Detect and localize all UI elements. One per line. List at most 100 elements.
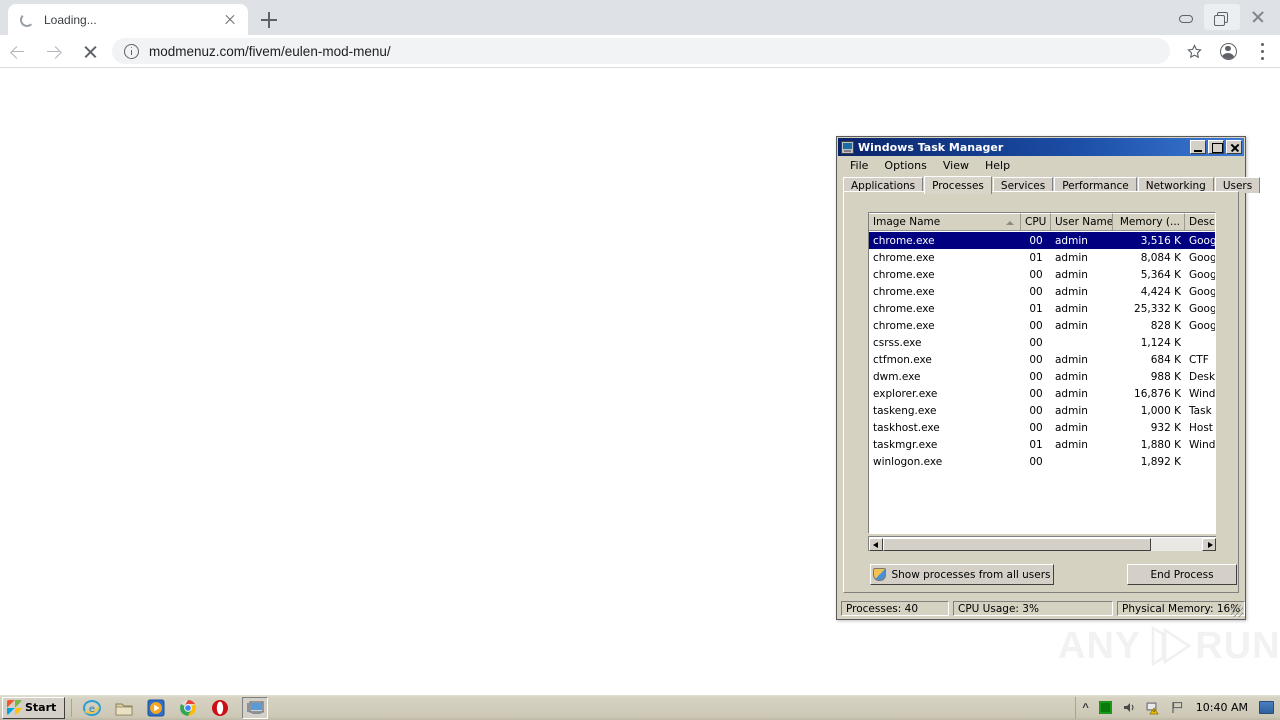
green-activity-icon[interactable] bbox=[1098, 700, 1113, 715]
table-row[interactable]: chrome.exe 01 admin 25,332 K Goog bbox=[869, 300, 1215, 317]
maximize-icon[interactable] bbox=[1208, 140, 1224, 154]
menu-item-view[interactable]: View bbox=[936, 158, 976, 173]
table-row[interactable]: winlogon.exe 00 1,892 K bbox=[869, 453, 1215, 470]
table-row[interactable]: taskmgr.exe 01 admin 1,880 K Wind bbox=[869, 436, 1215, 453]
task-manager-title-bar[interactable]: Windows Task Manager bbox=[838, 138, 1244, 156]
forward-button[interactable] bbox=[36, 35, 72, 68]
cell-image-name: taskhost.exe bbox=[873, 421, 940, 434]
table-row[interactable]: chrome.exe 00 admin 828 K Goog bbox=[869, 317, 1215, 334]
table-row[interactable]: chrome.exe 00 admin 3,516 K Goog bbox=[869, 232, 1215, 249]
opera-icon[interactable] bbox=[210, 698, 230, 718]
table-row[interactable]: csrss.exe 00 1,124 K bbox=[869, 334, 1215, 351]
column-header-memory[interactable]: Memory (... bbox=[1113, 213, 1185, 230]
cell-description: Goog bbox=[1189, 285, 1216, 298]
cell-cpu: 00 bbox=[1029, 268, 1043, 281]
table-row[interactable]: chrome.exe 00 admin 4,424 K Goog bbox=[869, 283, 1215, 300]
account-avatar-icon bbox=[1220, 42, 1237, 60]
bookmark-button[interactable] bbox=[1178, 35, 1212, 68]
profile-button[interactable] bbox=[1212, 35, 1246, 68]
cell-description: Goog bbox=[1189, 251, 1216, 264]
cell-description: Wind bbox=[1189, 438, 1216, 451]
scrollbar-thumb[interactable] bbox=[883, 537, 1151, 551]
task-manager-window-buttons bbox=[1190, 140, 1242, 154]
cell-image-name: chrome.exe bbox=[873, 319, 935, 332]
cell-memory: 25,332 K bbox=[1134, 302, 1181, 315]
cell-image-name: winlogon.exe bbox=[873, 455, 943, 468]
cell-user-name: admin bbox=[1055, 285, 1088, 298]
table-row[interactable]: ctfmon.exe 00 admin 684 K CTF bbox=[869, 351, 1215, 368]
minimize-icon[interactable] bbox=[1190, 140, 1206, 154]
column-header-image-name[interactable]: Image Name bbox=[869, 213, 1021, 230]
media-player-icon[interactable] bbox=[146, 698, 166, 718]
close-icon[interactable] bbox=[1226, 140, 1242, 154]
flag-action-center-icon[interactable] bbox=[1170, 700, 1185, 715]
cell-image-name: explorer.exe bbox=[873, 387, 938, 400]
back-arrow-icon bbox=[11, 45, 24, 58]
column-header-user-name[interactable]: User Name bbox=[1051, 213, 1113, 230]
status-processes-count: Processes: 40 bbox=[841, 601, 949, 616]
browser-tab[interactable]: Loading... bbox=[8, 4, 248, 35]
process-list-horizontal-scrollbar[interactable] bbox=[868, 536, 1216, 551]
minimize-icon[interactable] bbox=[1168, 4, 1204, 30]
cell-image-name: ctfmon.exe bbox=[873, 353, 932, 366]
start-button[interactable]: Start bbox=[2, 696, 66, 719]
resize-grip[interactable] bbox=[1231, 605, 1243, 617]
internet-explorer-icon[interactable]: e bbox=[82, 698, 102, 718]
table-row[interactable]: chrome.exe 00 admin 5,364 K Goog bbox=[869, 266, 1215, 283]
address-bar[interactable]: modmenuz.com/fivem/eulen-mod-menu/ bbox=[112, 38, 1170, 64]
table-row[interactable]: dwm.exe 00 admin 988 K Desk bbox=[869, 368, 1215, 385]
cell-description: Goog bbox=[1189, 268, 1216, 281]
cell-cpu: 00 bbox=[1029, 455, 1043, 468]
column-header-cpu[interactable]: CPU bbox=[1021, 213, 1051, 230]
chrome-icon[interactable] bbox=[178, 698, 198, 718]
new-tab-button[interactable] bbox=[258, 9, 280, 31]
show-processes-from-all-users-button[interactable]: Show processes from all users bbox=[870, 564, 1054, 585]
volume-icon[interactable] bbox=[1122, 700, 1137, 715]
cell-memory: 4,424 K bbox=[1140, 285, 1181, 298]
back-button[interactable] bbox=[0, 35, 36, 68]
table-row[interactable]: explorer.exe 00 admin 16,876 K Wind bbox=[869, 385, 1215, 402]
scrollbar-track[interactable] bbox=[883, 537, 1202, 551]
chevron-up-icon[interactable]: ^ bbox=[1082, 702, 1088, 714]
taskbar-button-task-manager[interactable] bbox=[242, 696, 269, 719]
cell-description: Host bbox=[1189, 421, 1213, 434]
three-dots-menu-icon bbox=[1261, 42, 1264, 60]
browser-menu-button[interactable] bbox=[1246, 35, 1280, 68]
cell-memory: 1,892 K bbox=[1140, 455, 1181, 468]
cell-memory: 5,364 K bbox=[1140, 268, 1181, 281]
menu-item-options[interactable]: Options bbox=[877, 158, 933, 173]
menu-item-help[interactable]: Help bbox=[978, 158, 1017, 173]
cell-image-name: chrome.exe bbox=[873, 268, 935, 281]
svg-text:e: e bbox=[89, 704, 95, 715]
status-cpu-usage: CPU Usage: 3% bbox=[953, 601, 1113, 616]
taskbar-clock[interactable]: 10:40 AM bbox=[1194, 701, 1250, 714]
scroll-left-arrow-icon[interactable] bbox=[869, 537, 883, 551]
cell-cpu: 00 bbox=[1029, 319, 1043, 332]
process-list: Image Name CPU User Name Memory (... Des… bbox=[868, 212, 1216, 534]
end-process-button[interactable]: End Process bbox=[1127, 564, 1237, 585]
start-button-label: Start bbox=[25, 701, 57, 714]
stop-button[interactable] bbox=[72, 35, 108, 68]
cell-user-name: admin bbox=[1055, 268, 1088, 281]
info-circle-icon[interactable] bbox=[124, 43, 139, 59]
show-desktop-icon[interactable] bbox=[1259, 701, 1274, 714]
tab-processes[interactable]: Processes bbox=[924, 176, 992, 194]
menu-item-file[interactable]: File bbox=[843, 158, 875, 173]
cell-cpu: 01 bbox=[1029, 251, 1043, 264]
cell-memory: 8,084 K bbox=[1140, 251, 1181, 264]
scroll-right-arrow-icon[interactable] bbox=[1202, 537, 1216, 551]
end-process-label: End Process bbox=[1150, 568, 1214, 581]
address-bar-url: modmenuz.com/fivem/eulen-mod-menu/ bbox=[149, 43, 391, 59]
cell-cpu: 00 bbox=[1029, 234, 1043, 247]
close-icon[interactable] bbox=[1240, 4, 1276, 30]
cell-image-name: csrss.exe bbox=[873, 336, 922, 349]
close-icon[interactable] bbox=[222, 12, 238, 28]
table-row[interactable]: chrome.exe 01 admin 8,084 K Goog bbox=[869, 249, 1215, 266]
folder-explorer-icon[interactable] bbox=[114, 698, 134, 718]
table-row[interactable]: taskhost.exe 00 admin 932 K Host bbox=[869, 419, 1215, 436]
network-warning-icon[interactable] bbox=[1146, 700, 1161, 715]
table-row[interactable]: taskeng.exe 00 admin 1,000 K Task bbox=[869, 402, 1215, 419]
cell-user-name: admin bbox=[1055, 319, 1088, 332]
column-header-description[interactable]: Desc bbox=[1185, 213, 1215, 230]
restore-icon[interactable] bbox=[1204, 4, 1240, 30]
